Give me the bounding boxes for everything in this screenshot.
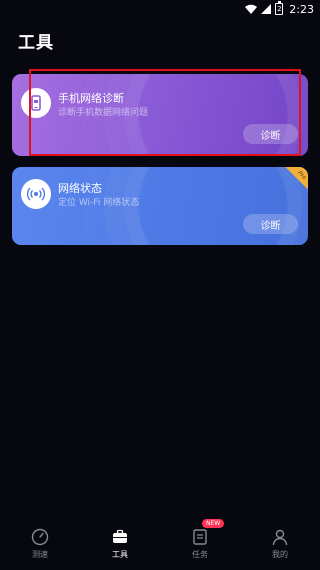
bottom-nav: 测速 工具 NEW 任务 我的	[0, 519, 320, 570]
card-title: 网络状态	[58, 182, 102, 195]
person-icon	[271, 528, 289, 546]
nav-item-profile[interactable]: 我的	[250, 528, 310, 560]
wifi-signal-icon	[21, 179, 51, 209]
nav-label: 工具	[112, 550, 128, 559]
phone-network-icon	[21, 88, 51, 118]
card-subtitle: 定位 Wi-Fi 网络状态	[58, 198, 140, 208]
network-status-card[interactable]: Pro 网络状态 定位 Wi-Fi 网络状态 诊断	[12, 167, 308, 245]
new-badge: NEW	[202, 519, 225, 529]
diagnose-button[interactable]: 诊断	[243, 214, 298, 234]
nav-label: 任务	[192, 550, 208, 559]
nav-item-speed-test[interactable]: 测速	[10, 528, 70, 560]
nav-item-tasks[interactable]: NEW 任务	[170, 519, 230, 560]
card-subtitle: 诊断手机数据网络问题	[58, 108, 149, 118]
page-title: 工具	[18, 33, 54, 53]
task-list-icon	[191, 528, 209, 546]
status-time: 2:23	[289, 2, 314, 16]
nav-label: 测速	[32, 550, 48, 559]
nav-label: 我的	[272, 550, 288, 559]
toolbox-icon	[111, 528, 129, 546]
pro-badge: Pro	[276, 167, 308, 199]
speedometer-icon	[31, 528, 49, 546]
phone-network-diagnosis-card[interactable]: 手机网络诊断 诊断手机数据网络问题 诊断	[12, 74, 308, 156]
status-bar: 2 2:23	[0, 0, 320, 18]
battery-icon: 2	[275, 1, 284, 15]
card-title: 手机网络诊断	[58, 92, 124, 105]
wifi-status-icon	[245, 4, 258, 14]
battery-level: 2	[277, 4, 282, 13]
pro-badge-label: Pro	[296, 169, 308, 182]
diagnose-button[interactable]: 诊断	[243, 124, 298, 144]
nav-item-tools[interactable]: 工具	[90, 528, 150, 560]
signal-icon	[261, 4, 272, 14]
